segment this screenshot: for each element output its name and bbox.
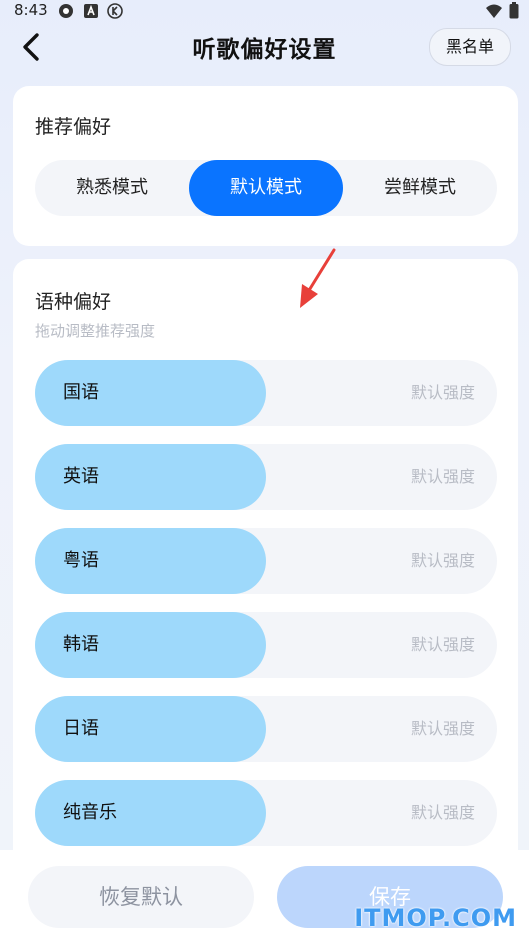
app-k-icon	[107, 3, 123, 19]
app-a-icon	[84, 4, 98, 18]
header: 听歌偏好设置 黑名单	[0, 22, 529, 72]
strength-label: 默认强度	[410, 635, 475, 654]
recommend-title: 推荐偏好	[35, 116, 112, 138]
mode-default[interactable]: 默认模式	[189, 160, 343, 216]
language-slider[interactable]: 韩语 默认强度	[35, 612, 497, 678]
sync-icon	[59, 4, 73, 18]
recommend-preference-card: 推荐偏好 熟悉模式 默认模式 尝鲜模式	[13, 86, 518, 246]
language-slider[interactable]: 纯音乐 默认强度	[35, 780, 497, 846]
language-name: 国语	[63, 382, 99, 403]
language-title: 语种偏好	[35, 291, 112, 313]
language-slider[interactable]: 国语 默认强度	[35, 360, 497, 426]
mode-explore[interactable]: 尝鲜模式	[343, 160, 497, 216]
language-name: 粤语	[63, 550, 99, 571]
language-name: 日语	[63, 718, 99, 739]
language-slider[interactable]: 粤语 默认强度	[35, 528, 497, 594]
annotation-arrow-icon	[300, 248, 336, 308]
strength-label: 默认强度	[410, 551, 475, 570]
language-name: 英语	[63, 466, 99, 487]
strength-label: 默认强度	[410, 467, 475, 486]
battery-icon	[509, 2, 519, 19]
strength-label: 默认强度	[410, 803, 475, 822]
language-slider[interactable]: 日语 默认强度	[35, 696, 497, 762]
language-slider[interactable]: 英语 默认强度	[35, 444, 497, 510]
language-name: 纯音乐	[63, 802, 117, 823]
language-preference-card: 语种偏好 拖动调整推荐强度 国语 默认强度 英语 默认强度 粤语 默认强度 韩语…	[13, 259, 518, 899]
blacklist-button[interactable]: 黑名单	[429, 28, 511, 66]
strength-label: 默认强度	[410, 719, 475, 738]
status-bar: 8:43	[0, 0, 529, 22]
mode-selector: 熟悉模式 默认模式 尝鲜模式	[35, 160, 497, 216]
mode-familiar[interactable]: 熟悉模式	[35, 160, 189, 216]
language-name: 韩语	[63, 634, 99, 655]
watermark: ITMOP.COM	[354, 904, 517, 932]
status-time: 8:43	[14, 1, 48, 19]
strength-label: 默认强度	[410, 383, 475, 402]
wifi-icon	[486, 4, 502, 18]
language-subtitle: 拖动调整推荐强度	[35, 322, 156, 340]
reset-default-button[interactable]: 恢复默认	[28, 866, 254, 928]
